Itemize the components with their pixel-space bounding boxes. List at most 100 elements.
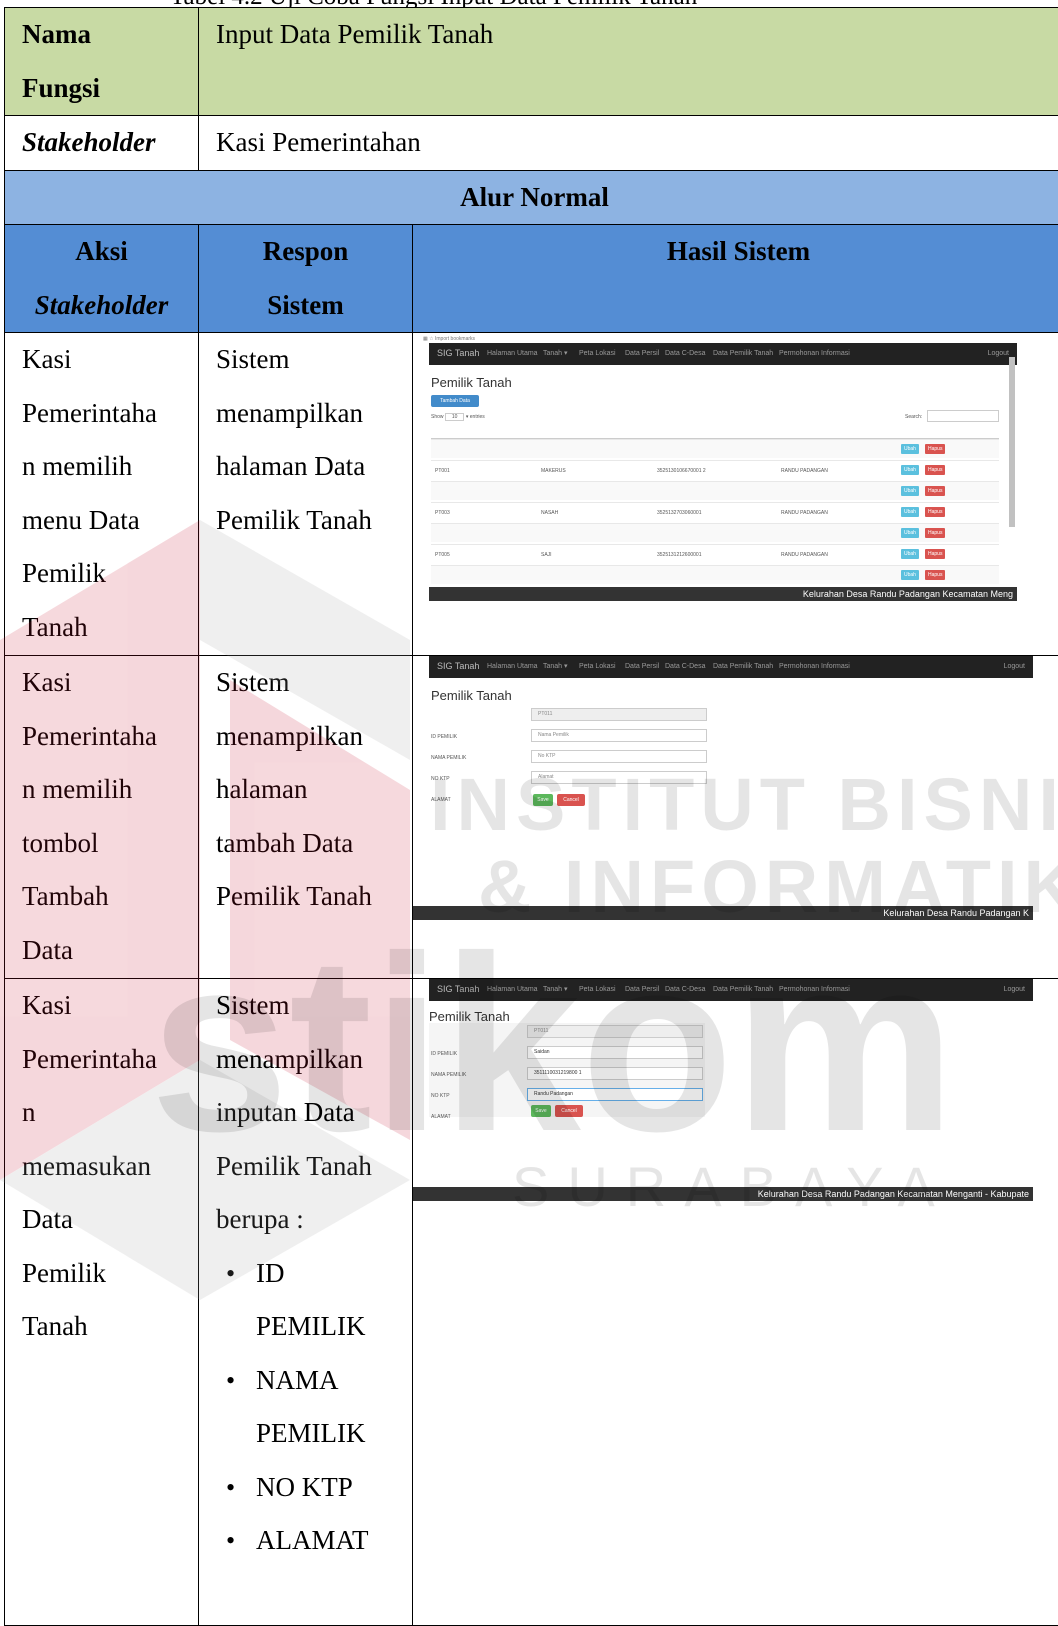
cancel-button[interactable]: Cancel: [557, 794, 585, 806]
brand[interactable]: SIG Tanah: [437, 347, 479, 359]
nav-peta-lokasi[interactable]: Peta Lokasi: [579, 984, 616, 996]
show-entries: Show 10 ▾ entries: [431, 413, 485, 421]
nama-pemilik-field[interactable]: Saidan: [527, 1046, 703, 1059]
text-line: PEMILIK: [256, 1300, 412, 1354]
save-button[interactable]: Save: [531, 1105, 551, 1117]
attribute-item: NO KTP: [216, 1461, 412, 1515]
hapus-button[interactable]: Hapus: [925, 507, 945, 517]
nav-peta-lokasi[interactable]: Peta Lokasi: [579, 661, 616, 673]
no-ktp-field[interactable]: 3511110031219800 1: [527, 1067, 703, 1080]
footer: Kelurahan Desa Randu Padangan Kecamatan …: [413, 1187, 1033, 1201]
text-line: Pemilik: [22, 547, 198, 601]
header-line: Sistem: [199, 279, 412, 333]
brand[interactable]: SIG Tanah: [437, 660, 479, 672]
nav-tanah[interactable]: Tanah ▾: [543, 984, 568, 996]
page-title: Pemilik Tanah: [431, 375, 512, 391]
alamat-field[interactable]: Randu Padangan: [527, 1088, 703, 1101]
table-row: PT002MUSAWMIN3525132509770001RANDU PADAN…: [431, 460, 999, 479]
nav-data-c-desa[interactable]: Data C-Desa: [665, 661, 705, 673]
stakeholder-value: Kasi Pemerintahan: [199, 116, 1058, 171]
table-row: PT001MAKERUS3525130106670001 2RANDU PADA…: [431, 439, 999, 458]
ubah-button[interactable]: Ubah: [901, 465, 919, 475]
step-row: Kasi Pemerintaha n memilih menu Data Pem…: [5, 333, 1058, 656]
nav-logout[interactable]: Logout: [1004, 661, 1025, 673]
nav-halaman-utama[interactable]: Halaman Utama: [487, 661, 538, 673]
text-line: Pemilik: [22, 1247, 198, 1301]
ubah-button[interactable]: Ubah: [901, 549, 919, 559]
screenshot-add-form-empty: SIG Tanah Halaman Utama Tanah ▾ Peta Lok…: [413, 656, 1033, 978]
tambah-data-button[interactable]: Tambah Data: [431, 395, 479, 407]
respon-cell: Sistem menampilkan halaman Data Pemilik …: [199, 333, 413, 656]
alamat-field[interactable]: Alamat: [531, 771, 707, 784]
text-line: n: [22, 1086, 198, 1140]
text-line: halaman Data: [216, 440, 412, 494]
footer-text: Kelurahan Desa Randu Padangan K: [883, 908, 1029, 919]
respon-cell: Sistem menampilkan halaman tambah Data P…: [199, 656, 413, 979]
save-button[interactable]: Save: [533, 794, 553, 806]
show-label: Show: [431, 414, 444, 420]
scrollbar[interactable]: [1009, 357, 1015, 527]
text-line: Pemilik Tanah: [216, 1140, 412, 1194]
footer-text: Kelurahan Desa Randu Padangan Kecamatan …: [758, 1189, 1029, 1200]
navbar: SIG Tanah Halaman Utama Tanah ▾ Peta Lok…: [429, 343, 1017, 365]
ubah-button[interactable]: Ubah: [901, 570, 919, 580]
nav-logout[interactable]: Logout: [988, 348, 1009, 360]
text-line: inputan Data: [216, 1086, 412, 1140]
nav-halaman-utama[interactable]: Halaman Utama: [487, 348, 538, 360]
nav-data-c-desa[interactable]: Data C-Desa: [665, 348, 705, 360]
nama-pemilik-field[interactable]: Nama Pemilik: [531, 729, 707, 742]
nav-data-c-desa[interactable]: Data C-Desa: [665, 984, 705, 996]
label-line: Nama: [22, 8, 198, 62]
bookmark-icon: ▦ ☆: [423, 336, 435, 342]
nav-peta-lokasi[interactable]: Peta Lokasi: [579, 348, 616, 360]
ubah-button[interactable]: Ubah: [901, 507, 919, 517]
show-entries-select[interactable]: 10: [445, 413, 465, 421]
nav-tanah[interactable]: Tanah ▾: [543, 661, 568, 673]
no-ktp-field[interactable]: No KTP: [531, 750, 707, 763]
stakeholder-label: Stakeholder: [5, 116, 199, 171]
hapus-button[interactable]: Hapus: [925, 444, 945, 454]
bookmarks-text: Import bookmarks: [435, 336, 475, 342]
nav-data-pemilik-tanah[interactable]: Data Pemilik Tanah: [713, 348, 773, 360]
text-line: ID: [256, 1247, 412, 1301]
nav-data-persil[interactable]: Data Persil: [625, 348, 659, 360]
search-input[interactable]: [927, 410, 999, 422]
footer-text: Kelurahan Desa Randu Padangan Kecamatan …: [803, 589, 1013, 600]
hapus-button[interactable]: Hapus: [925, 528, 945, 538]
step-row: Kasi Pemerintaha n memilih tombol Tambah…: [5, 656, 1058, 979]
hapus-button[interactable]: Hapus: [925, 570, 945, 580]
id-pemilik-field[interactable]: PT011: [527, 1025, 703, 1038]
col-aksi-header: AksiStakeholder: [5, 225, 199, 333]
attribute-item: IDPEMILIK: [216, 1247, 412, 1354]
nav-data-persil[interactable]: Data Persil: [625, 984, 659, 996]
nav-permohonan-informasi[interactable]: Permohonan Informasi: [779, 661, 850, 673]
ubah-button[interactable]: Ubah: [901, 444, 919, 454]
hasil-cell: SIG Tanah Halaman Utama Tanah ▾ Peta Lok…: [413, 656, 1058, 979]
ubah-button[interactable]: Ubah: [901, 528, 919, 538]
hasil-cell: SIG Tanah Halaman Utama Tanah ▾ Peta Lok…: [413, 979, 1058, 1626]
nav-data-persil[interactable]: Data Persil: [625, 661, 659, 673]
hapus-button[interactable]: Hapus: [925, 465, 945, 475]
label-line: Fungsi: [22, 62, 198, 116]
hapus-button[interactable]: Hapus: [925, 549, 945, 559]
nav-data-pemilik-tanah[interactable]: Data Pemilik Tanah: [713, 984, 773, 996]
ubah-button[interactable]: Ubah: [901, 486, 919, 496]
label-alamat: ALAMAT: [431, 774, 451, 828]
text-line: memasukan: [22, 1140, 198, 1194]
search-label: Search:: [905, 413, 922, 421]
nama-fungsi-value: Input Data Pemilik Tanah: [199, 8, 1058, 116]
brand[interactable]: SIG Tanah: [437, 983, 479, 995]
page-title: Pemilik Tanah: [431, 688, 512, 704]
id-pemilik-field[interactable]: PT011: [531, 708, 707, 721]
nav-data-pemilik-tanah[interactable]: Data Pemilik Tanah: [713, 661, 773, 673]
hapus-button[interactable]: Hapus: [925, 486, 945, 496]
nav-halaman-utama[interactable]: Halaman Utama: [487, 984, 538, 996]
text-line: menampilkan: [216, 387, 412, 441]
nav-tanah[interactable]: Tanah ▾: [543, 348, 568, 360]
nav-logout[interactable]: Logout: [1004, 984, 1025, 996]
nav-permohonan-informasi[interactable]: Permohonan Informasi: [779, 984, 850, 996]
table-row: PT006MUSKAN3525132610770001RANDU PADANGA…: [431, 544, 999, 563]
text-line: ALAMAT: [256, 1514, 412, 1568]
cancel-button[interactable]: Cancel: [555, 1105, 583, 1117]
nav-permohonan-informasi[interactable]: Permohonan Informasi: [779, 348, 850, 360]
